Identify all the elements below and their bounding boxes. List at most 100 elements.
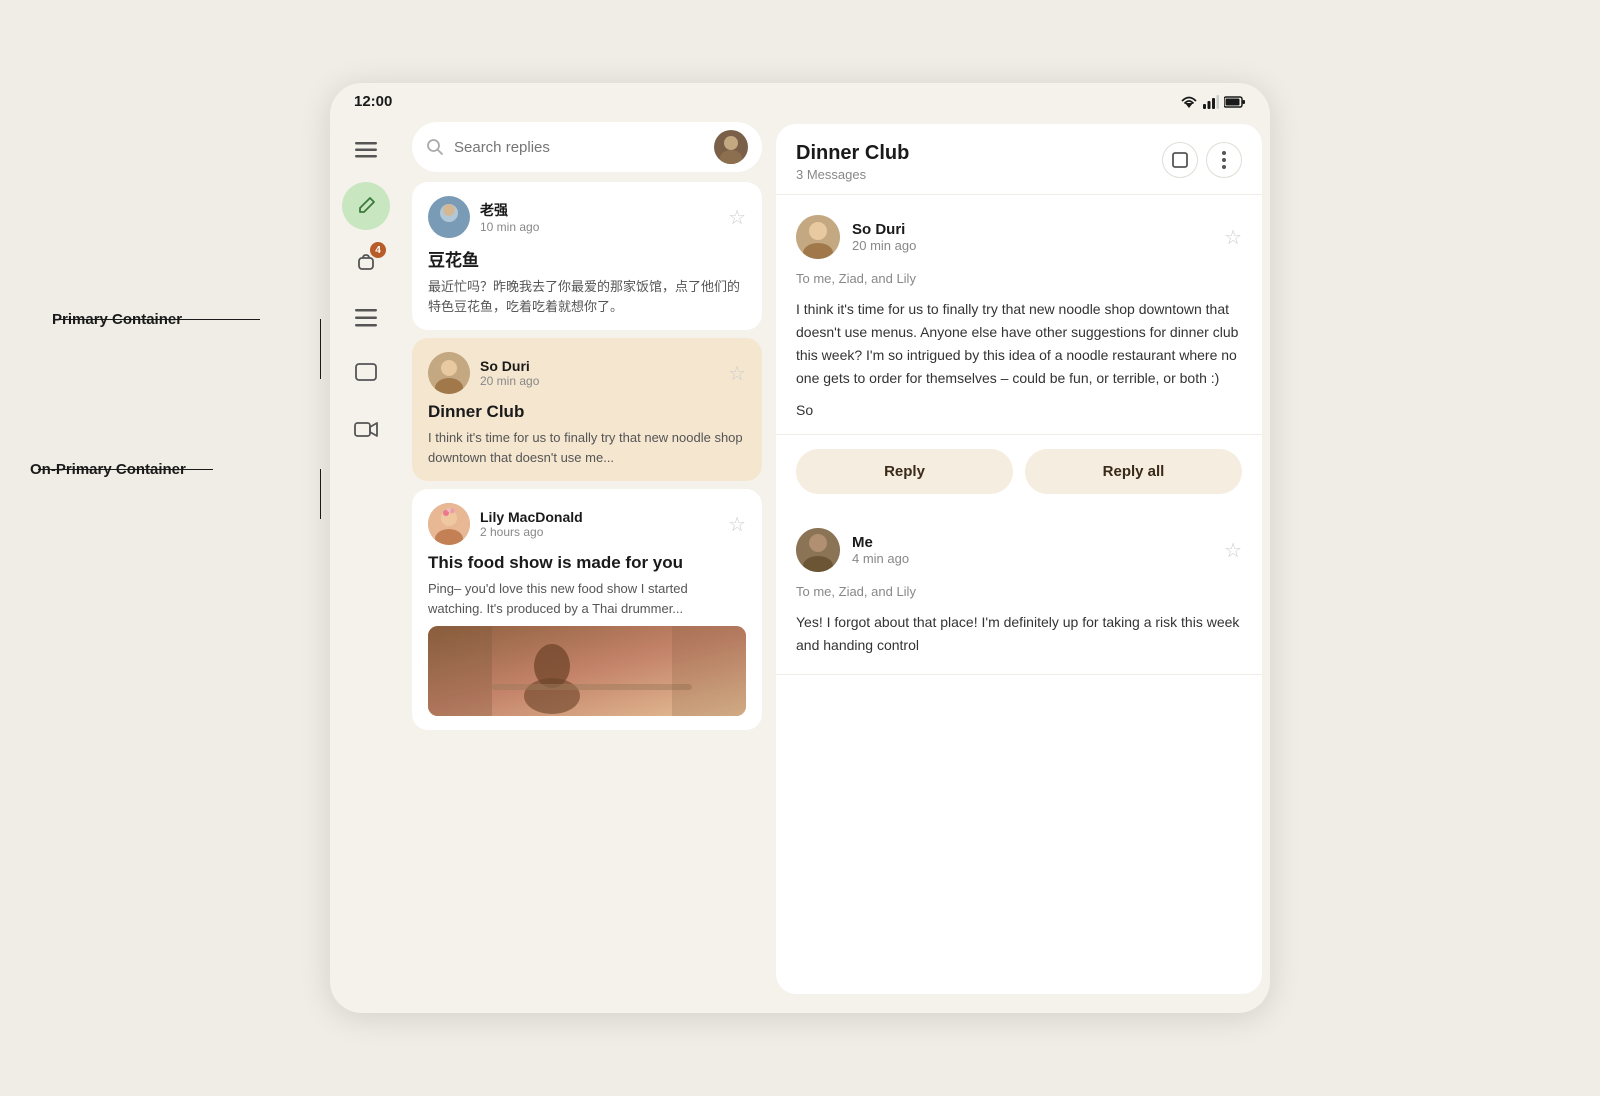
on-primary-label: On-Primary Container bbox=[30, 461, 186, 478]
sidebar-video-icon[interactable] bbox=[342, 406, 390, 454]
more-button[interactable] bbox=[1206, 142, 1242, 178]
search-icon bbox=[426, 138, 444, 156]
msg-to-2: To me, Ziad, and Lily bbox=[796, 584, 1242, 599]
status-icons bbox=[1180, 95, 1246, 109]
detail-panel: Dinner Club 3 Messages bbox=[776, 124, 1262, 994]
signal-icon bbox=[1203, 95, 1219, 109]
battery-icon bbox=[1224, 96, 1246, 108]
msg-sender-time: 20 min ago bbox=[852, 238, 1212, 253]
star-button[interactable]: ☆ bbox=[728, 205, 746, 230]
msg-sender-name-2: Me bbox=[852, 534, 1212, 551]
notification-badge: 4 bbox=[370, 242, 386, 258]
thumb-image bbox=[428, 626, 746, 716]
reply-all-button[interactable]: Reply all bbox=[1025, 449, 1242, 494]
main-layout: 4 bbox=[330, 116, 1270, 1002]
email-preview: Ping– you'd love this new food show I st… bbox=[428, 579, 746, 618]
message-header-2: Me 4 min ago ☆ bbox=[796, 528, 1242, 572]
email-preview: 最近忙吗？昨晚我去了你最爱的那家饭馆，点了他们的特色豆花鱼，吃着吃着就想你了。 bbox=[428, 277, 746, 316]
sidebar-compose-icon[interactable] bbox=[342, 182, 390, 230]
sender-name: Lily MacDonald bbox=[480, 509, 718, 525]
hamburger-icon bbox=[355, 142, 377, 158]
soduri-avatar bbox=[428, 352, 470, 394]
message-card-2: Me 4 min ago ☆ To me, Ziad, and Lily Yes… bbox=[776, 508, 1262, 674]
primary-container-line-v bbox=[320, 319, 321, 379]
msg-star-button[interactable]: ☆ bbox=[1224, 225, 1242, 250]
status-time: 12:00 bbox=[354, 93, 392, 110]
sender-info: 老强 10 min ago bbox=[480, 200, 718, 234]
email-list: 老强 10 min ago ☆ 豆花鱼 最近忙吗？昨晚我去了你最爱的那家饭馆，点… bbox=[402, 182, 772, 1002]
search-bar bbox=[412, 122, 762, 172]
phone-frame: 12:00 bbox=[330, 83, 1270, 1013]
email-item[interactable]: 老强 10 min ago ☆ 豆花鱼 最近忙吗？昨晚我去了你最爱的那家饭馆，点… bbox=[412, 182, 762, 330]
msg-body-2: Yes! I forgot about that place! I'm defi… bbox=[796, 611, 1242, 657]
primary-container-label: Primary Container bbox=[52, 311, 182, 328]
search-input[interactable] bbox=[454, 139, 704, 156]
list-icon bbox=[355, 309, 377, 327]
msg-sender-info: So Duri 20 min ago bbox=[852, 221, 1212, 253]
sender-info: Lily MacDonald 2 hours ago bbox=[480, 509, 718, 539]
email-preview: I think it's time for us to finally try … bbox=[428, 428, 746, 467]
detail-header-actions bbox=[1162, 142, 1242, 178]
detail-title: Dinner Club bbox=[796, 142, 1162, 165]
sender-time: 10 min ago bbox=[480, 220, 718, 234]
reply-button[interactable]: Reply bbox=[796, 449, 1013, 494]
sender-name: 老强 bbox=[480, 200, 718, 220]
msg-sender-info-2: Me 4 min ago bbox=[852, 534, 1212, 566]
user-avatar-img bbox=[714, 130, 748, 164]
sender-avatar bbox=[428, 503, 470, 545]
email-item[interactable]: Lily MacDonald 2 hours ago ☆ This food s… bbox=[412, 489, 762, 730]
msg-body: I think it's time for us to finally try … bbox=[796, 298, 1242, 390]
sender-avatar bbox=[428, 196, 470, 238]
chat-icon bbox=[355, 363, 377, 385]
pencil-icon bbox=[356, 196, 376, 216]
liqiang-avatar bbox=[428, 196, 470, 238]
email-subject: Dinner Club bbox=[428, 402, 746, 422]
detail-header-info: Dinner Club 3 Messages bbox=[796, 142, 1162, 182]
outer-wrapper: Primary Container On-Primary Container 1… bbox=[0, 0, 1600, 1096]
email-item-selected[interactable]: So Duri 20 min ago ☆ Dinner Club I think… bbox=[412, 338, 762, 481]
msg-to: To me, Ziad, and Lily bbox=[796, 271, 1242, 286]
email-header: Lily MacDonald 2 hours ago ☆ bbox=[428, 503, 746, 545]
star-button[interactable]: ☆ bbox=[728, 512, 746, 537]
sender-time: 2 hours ago bbox=[480, 525, 718, 539]
wifi-icon bbox=[1180, 95, 1198, 109]
email-header: So Duri 20 min ago ☆ bbox=[428, 352, 746, 394]
on-primary-annotation: On-Primary Container bbox=[30, 468, 213, 470]
detail-header: Dinner Club 3 Messages bbox=[776, 124, 1262, 195]
sidebar-notification-icon[interactable]: 4 bbox=[342, 238, 390, 286]
msg-sender-time-2: 4 min ago bbox=[852, 551, 1212, 566]
email-thumbnail bbox=[428, 626, 746, 716]
msg-sender-name: So Duri bbox=[852, 221, 1212, 238]
sender-avatar bbox=[428, 352, 470, 394]
email-subject: This food show is made for you bbox=[428, 553, 746, 573]
email-header: 老强 10 min ago ☆ bbox=[428, 196, 746, 238]
sender-time: 20 min ago bbox=[480, 374, 718, 388]
msg-me-avatar bbox=[796, 528, 840, 572]
msg-soduri-avatar bbox=[796, 215, 840, 259]
msg-sign: So bbox=[796, 402, 1242, 418]
video-icon bbox=[354, 421, 378, 439]
on-primary-line-v bbox=[320, 469, 321, 519]
primary-container-annotation: Primary Container bbox=[52, 318, 260, 320]
sender-info: So Duri 20 min ago bbox=[480, 358, 718, 388]
message-card: So Duri 20 min ago ☆ To me, Ziad, and Li… bbox=[776, 195, 1262, 435]
sidebar-menu-icon[interactable] bbox=[342, 126, 390, 174]
sidebar-list-icon[interactable] bbox=[342, 294, 390, 342]
expand-icon bbox=[1172, 152, 1188, 168]
message-header: So Duri 20 min ago ☆ bbox=[796, 215, 1242, 259]
list-panel: 老强 10 min ago ☆ 豆花鱼 最近忙吗？昨晚我去了你最爱的那家饭馆，点… bbox=[402, 116, 772, 1002]
status-bar: 12:00 bbox=[330, 83, 1270, 116]
sender-name: So Duri bbox=[480, 358, 718, 374]
user-avatar bbox=[714, 130, 748, 164]
email-subject: 豆花鱼 bbox=[428, 246, 746, 271]
more-icon bbox=[1222, 151, 1226, 169]
expand-button[interactable] bbox=[1162, 142, 1198, 178]
reply-actions: Reply Reply all bbox=[776, 435, 1262, 508]
detail-body: So Duri 20 min ago ☆ To me, Ziad, and Li… bbox=[776, 195, 1262, 994]
msg-star-button-2[interactable]: ☆ bbox=[1224, 538, 1242, 563]
lily-avatar bbox=[428, 503, 470, 545]
sidebar: 4 bbox=[330, 116, 402, 1002]
star-button[interactable]: ☆ bbox=[728, 361, 746, 386]
sidebar-chat-icon[interactable] bbox=[342, 350, 390, 398]
message-avatar-2 bbox=[796, 528, 840, 572]
